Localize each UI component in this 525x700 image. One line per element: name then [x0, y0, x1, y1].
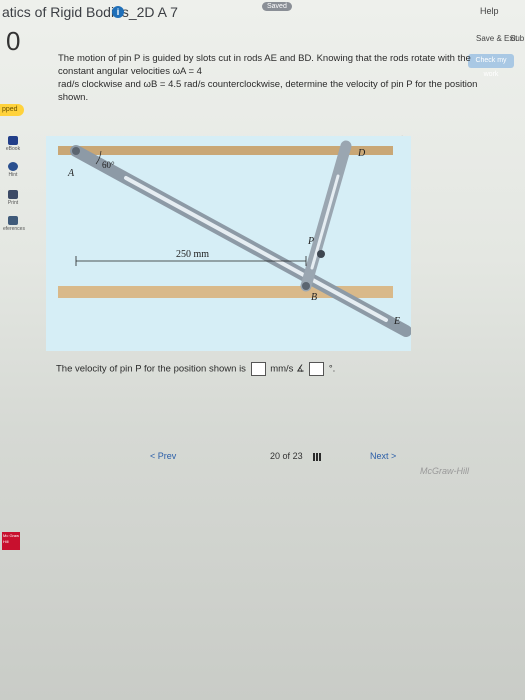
question-number: 0: [6, 26, 21, 56]
answer-row: The velocity of pin P for the position s…: [56, 362, 335, 376]
next-button[interactable]: Next >: [370, 451, 396, 461]
page-indicator: 20 of 23: [270, 451, 322, 461]
pin-p: [317, 250, 325, 258]
answer-prefix: The velocity of pin P for the position s…: [56, 363, 246, 375]
angle-input[interactable]: [309, 362, 325, 376]
prev-button[interactable]: < Prev: [150, 451, 176, 461]
info-icon[interactable]: i: [112, 6, 124, 18]
sidebar-item-references[interactable]: eferences: [3, 216, 25, 232]
problem-figure: 250 mm 60° A B P D E: [46, 136, 412, 351]
print-icon: [8, 190, 18, 199]
problem-text-line2: rad/s clockwise and ωB = 4.5 rad/s count…: [58, 79, 478, 103]
references-icon: [8, 216, 18, 225]
problem-statement: The motion of pin P is guided by slots c…: [58, 52, 488, 104]
angle-label: 60°: [102, 160, 115, 170]
velocity-input[interactable]: [250, 362, 266, 376]
pin-a: [72, 147, 80, 155]
page-of: of: [282, 451, 291, 461]
label-e: E: [393, 316, 400, 327]
skipped-badge: pped: [0, 104, 24, 116]
book-icon: [8, 136, 18, 145]
sidebar-item-hint[interactable]: Hint: [3, 162, 23, 178]
dimension-label: 250 mm: [176, 249, 209, 260]
label-d: D: [357, 148, 366, 159]
assignment-title: atics of Rigid Bodies_2D A 7: [2, 4, 178, 20]
label-p: P: [307, 236, 314, 247]
answer-suffix: °.: [328, 363, 336, 375]
brand-watermark: McGraw-Hill: [420, 466, 469, 476]
sidebar-item-ebook[interactable]: eBook: [3, 136, 23, 152]
help-link[interactable]: Help: [480, 6, 499, 16]
sidebar-item-label: eferences: [3, 226, 25, 232]
label-b: B: [311, 292, 317, 303]
answer-unit: mm/s ∡: [270, 363, 305, 375]
saved-badge: Saved: [262, 2, 292, 11]
rod-bd: [300, 140, 352, 292]
problem-text-line1: The motion of pin P is guided by slots c…: [58, 53, 471, 77]
top-bar: atics of Rigid Bodies_2D A 7 i Saved Hel…: [0, 0, 525, 28]
submit-button[interactable]: Sub: [510, 34, 524, 43]
rod-ae: [70, 145, 412, 337]
sidebar-item-label: Print: [7, 200, 19, 206]
mcgraw-hill-logo: Mc Graw Hill: [2, 532, 20, 550]
page-total: 23: [292, 451, 303, 461]
grid-icon[interactable]: [313, 452, 322, 461]
sidebar-item-label: Hint: [8, 172, 18, 178]
hint-icon: [8, 162, 18, 171]
page-current: 20: [270, 451, 281, 461]
sidebar-item-label: eBook: [5, 146, 21, 152]
label-a: A: [67, 168, 75, 179]
sidebar-item-print[interactable]: Print: [3, 190, 23, 206]
mechanism-diagram: 250 mm 60° A B P D E: [58, 140, 412, 337]
pin-b: [302, 282, 310, 290]
